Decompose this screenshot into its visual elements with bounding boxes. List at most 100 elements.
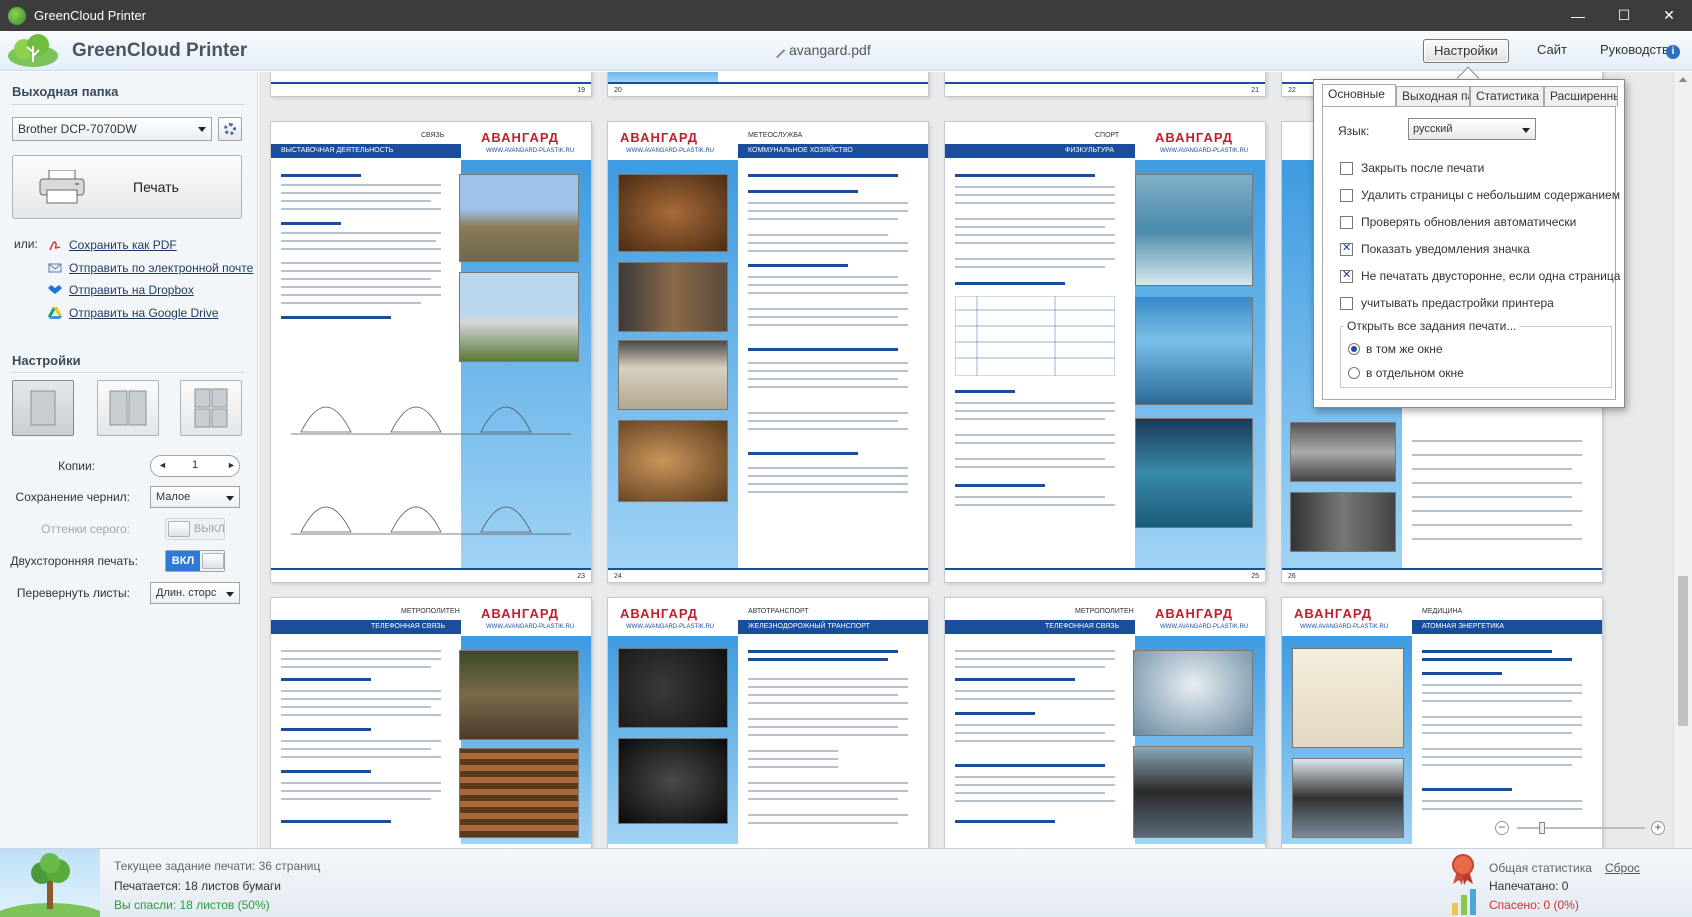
radio-same-window[interactable]: в том же окне xyxy=(1348,342,1443,356)
send-google-drive-link[interactable]: Отправить на Google Drive xyxy=(48,306,219,320)
layout-four-pages-button[interactable] xyxy=(180,380,242,436)
text-line xyxy=(748,210,908,212)
flip-sheets-select[interactable]: Длин. сторс xyxy=(150,582,240,604)
text-line xyxy=(281,248,441,250)
radio-button[interactable] xyxy=(1348,343,1360,355)
text-line xyxy=(281,698,441,700)
info-icon[interactable]: i xyxy=(1666,45,1680,59)
minimize-button[interactable]: — xyxy=(1555,0,1601,31)
send-dropbox-link[interactable]: Отправить на Dropbox xyxy=(48,283,194,297)
text-line xyxy=(955,724,1115,726)
option-close-after-print[interactable]: Закрыть после печати xyxy=(1340,161,1484,175)
photo xyxy=(459,174,579,262)
scrollbar-thumb[interactable] xyxy=(1678,576,1688,726)
scroll-up-icon[interactable] xyxy=(1679,77,1687,82)
tab-advanced[interactable]: Расширенные xyxy=(1544,86,1618,107)
checkbox[interactable] xyxy=(1340,215,1353,229)
printer-select[interactable]: Brother DCP-7070DW xyxy=(12,117,212,141)
page-thumbnail[interactable]: АВАНГАРД WWW.AVANGARD-PLASTIK.RU АВТОТРА… xyxy=(608,598,928,848)
layout-two-pages-button[interactable] xyxy=(97,380,159,436)
text-heading xyxy=(955,712,1035,715)
page-thumbnail[interactable]: МЕТРОПОЛИТЕН ТЕЛЕФОННАЯ СВЯЗЬ АВАНГАРД W… xyxy=(945,598,1265,848)
zoom-out-button[interactable]: − xyxy=(1495,821,1509,835)
send-email-link[interactable]: Отправить по электронной почте xyxy=(48,261,253,275)
option-auto-update[interactable]: Проверять обновления автоматически xyxy=(1340,215,1576,229)
option-remove-sparse-pages[interactable]: Удалить страницы с небольшим содержанием xyxy=(1340,188,1620,202)
print-button[interactable]: Печать xyxy=(12,155,242,219)
printing-text: Печатается: 18 листов бумаги xyxy=(114,879,282,893)
page-thumbnail[interactable]: СВЯЗЬ ВЫСТАВОЧНАЯ ДЕЯТЕЛЬНОСТЬ АВАНГАРД … xyxy=(271,122,591,582)
copies-stepper[interactable]: ◄ 1 ► xyxy=(150,455,240,477)
page-thumbnail[interactable]: АВАНГАРД WWW.AVANGARD-PLASTIK.RU МЕТЕОСЛ… xyxy=(608,122,928,582)
zoom-slider-track[interactable] xyxy=(1517,827,1645,829)
option-printer-presets[interactable]: учитывать предастройки принтера xyxy=(1340,296,1554,310)
layout-one-page-button[interactable] xyxy=(12,380,74,436)
settings-button[interactable]: Настройки xyxy=(1423,39,1509,63)
save-pdf-link[interactable]: Сохранить как PDF xyxy=(48,238,177,252)
decrement-icon[interactable]: ◄ xyxy=(158,460,167,470)
text-line xyxy=(1412,454,1582,456)
two-pages-icon xyxy=(109,390,147,426)
page-thumbnail[interactable]: 20 xyxy=(608,72,928,96)
ink-saving-value: Малое xyxy=(156,491,191,503)
maximize-button[interactable]: ☐ xyxy=(1601,0,1647,31)
checkbox[interactable] xyxy=(1340,296,1353,310)
text-line xyxy=(1412,510,1582,512)
output-folder-title: Выходная папка xyxy=(12,84,119,99)
checkbox[interactable] xyxy=(1340,241,1353,256)
option-show-icon-notifications[interactable]: Показать уведомления значка xyxy=(1340,241,1530,256)
printer-settings-button[interactable] xyxy=(218,117,242,141)
zoom-in-button[interactable]: + xyxy=(1651,821,1665,835)
text-line xyxy=(1422,684,1582,686)
grayscale-toggle[interactable]: ВЫКЛ xyxy=(165,518,225,540)
vertical-scrollbar[interactable] xyxy=(1673,72,1692,848)
photo xyxy=(618,420,728,502)
page-thumbnail[interactable]: 21 xyxy=(945,72,1265,96)
photo xyxy=(1135,297,1253,405)
radio-separate-window[interactable]: в отдельном окне xyxy=(1348,366,1464,380)
option-no-duplex-single-page[interactable]: Не печатать двусторонне, если одна стран… xyxy=(1340,268,1620,283)
text-heading xyxy=(955,484,1045,487)
text-line xyxy=(748,202,908,204)
text-line xyxy=(281,798,431,800)
text-line xyxy=(955,402,1115,404)
logo-url: WWW.AVANGARD-PLASTIK.RU xyxy=(486,148,575,154)
text-line xyxy=(955,194,1115,196)
tab-statistics[interactable]: Статистика xyxy=(1470,86,1544,107)
language-label: Язык: xyxy=(1338,124,1370,138)
text-heading xyxy=(955,390,1015,393)
checkbox[interactable] xyxy=(1340,188,1353,202)
avangard-logo: АВАНГАРД xyxy=(481,606,559,621)
page-thumbnail[interactable]: СПОРТ ФИЗКУЛЬТУРА АВАНГАРД WWW.AVANGARD-… xyxy=(945,122,1265,582)
page-thumbnail[interactable]: МЕТРОПОЛИТЕН ТЕЛЕФОННАЯ СВЯЗЬ АВАНГАРД W… xyxy=(271,598,591,848)
ink-saving-select[interactable]: Малое xyxy=(150,486,240,508)
tab-output-folder[interactable]: Выходная папка xyxy=(1396,86,1470,107)
text-line xyxy=(955,202,1115,204)
text-line xyxy=(955,418,1105,420)
duplex-toggle[interactable]: ВКЛ xyxy=(165,550,225,572)
text-line xyxy=(1412,468,1572,470)
option-label: Показать уведомления значка xyxy=(1361,242,1530,256)
total-stats-label: Общая статистика xyxy=(1489,861,1592,875)
page-thumbnail[interactable]: АВАНГАРД WWW.AVANGARD-PLASTIK.RU МЕДИЦИН… xyxy=(1282,598,1602,848)
mail-icon xyxy=(48,263,62,273)
text-line xyxy=(748,798,898,800)
page-number: 20 xyxy=(614,87,622,94)
duplex-label: Двухсторонняя печать: xyxy=(10,554,138,568)
radio-button[interactable] xyxy=(1348,367,1360,379)
close-button[interactable]: ✕ xyxy=(1646,0,1692,31)
checkbox[interactable] xyxy=(1340,161,1353,175)
language-select[interactable]: русский xyxy=(1408,118,1536,140)
tab-general[interactable]: Основные xyxy=(1322,84,1396,107)
page-footer xyxy=(271,568,591,582)
page-subtopic: АТОМНАЯ ЭНЕРГЕТИКА xyxy=(1412,620,1602,634)
site-button[interactable]: Сайт xyxy=(1527,39,1577,63)
checkbox[interactable] xyxy=(1340,268,1353,283)
text-heading xyxy=(1422,788,1512,791)
increment-icon[interactable]: ► xyxy=(227,460,236,470)
text-line xyxy=(955,666,1105,668)
reset-link[interactable]: Сброс xyxy=(1605,861,1640,875)
zoom-slider-thumb[interactable] xyxy=(1539,822,1545,834)
page-thumbnail[interactable]: 19 xyxy=(271,72,591,96)
text-line xyxy=(955,258,1115,260)
